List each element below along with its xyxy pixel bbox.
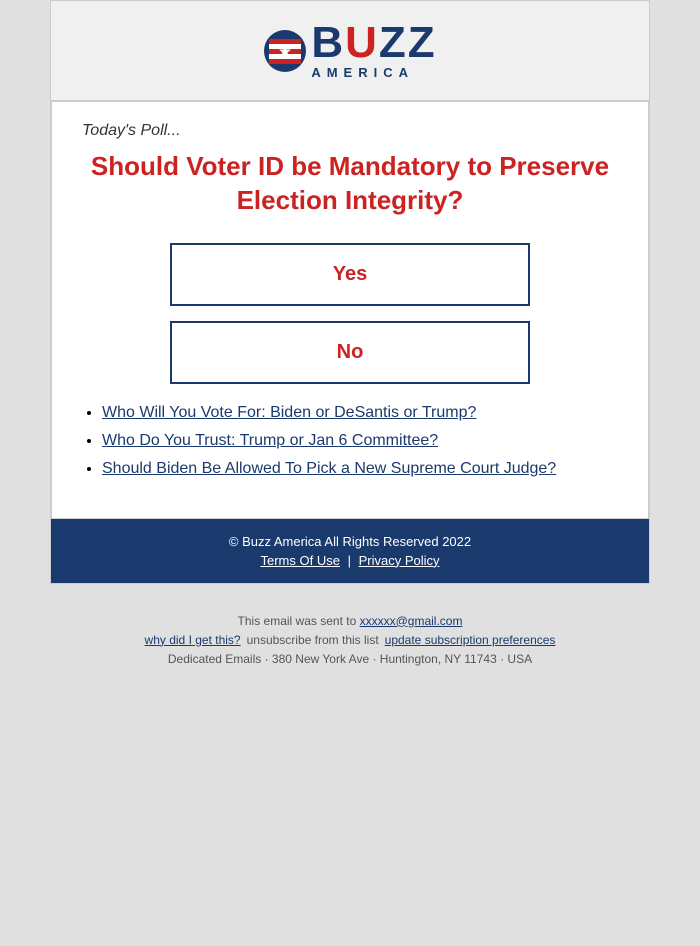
todays-poll-label: Today's Poll... <box>82 122 618 140</box>
list-item: Who Will You Vote For: Biden or DeSantis… <box>102 404 618 422</box>
page-wrapper: BUZZ AMERICA Today's Poll... Should Vote… <box>0 0 700 686</box>
main-content: Today's Poll... Should Voter ID be Manda… <box>51 101 649 519</box>
buzz-flag-icon <box>263 29 307 73</box>
logo-text-container: BUZZ AMERICA <box>311 21 436 80</box>
related-poll-link-3[interactable]: Should Biden Be Allowed To Pick a New Su… <box>102 460 556 477</box>
list-item: Should Biden Be Allowed To Pick a New Su… <box>102 460 618 478</box>
unsubscribe-row: why did I get this? unsubscribe from thi… <box>20 633 680 647</box>
email-container: BUZZ AMERICA Today's Poll... Should Vote… <box>50 0 650 584</box>
email-address-link[interactable]: xxxxxx@gmail.com <box>360 614 463 628</box>
related-poll-link-2[interactable]: Who Do You Trust: Trump or Jan 6 Committ… <box>102 432 438 449</box>
footer-separator: | <box>348 553 351 568</box>
header-section: BUZZ AMERICA <box>51 1 649 101</box>
why-link[interactable]: why did I get this? <box>145 633 241 647</box>
bottom-info: This email was sent to xxxxxx@gmail.com … <box>0 584 700 686</box>
related-poll-link-1[interactable]: Who Will You Vote For: Biden or DeSantis… <box>102 404 476 421</box>
unsubscribe-text: unsubscribe from this list <box>247 633 379 647</box>
logo-buzz-text: BUZZ <box>311 21 436 65</box>
yes-button[interactable]: Yes <box>170 243 530 306</box>
preferences-link[interactable]: update subscription preferences <box>385 633 556 647</box>
logo-container: BUZZ AMERICA <box>263 21 436 80</box>
privacy-policy-link[interactable]: Privacy Policy <box>359 553 440 568</box>
footer-links: Terms Of Use | Privacy Policy <box>71 553 629 568</box>
email-sent-line: This email was sent to xxxxxx@gmail.com <box>20 614 680 628</box>
footer-section: © Buzz America All Rights Reserved 2022 … <box>51 519 649 583</box>
address-row: Dedicated Emails · 380 New York Ave · Hu… <box>20 652 680 666</box>
poll-question: Should Voter ID be Mandatory to Preserve… <box>82 150 618 218</box>
email-sent-text: This email was sent to <box>238 614 357 628</box>
related-polls-list: Who Will You Vote For: Biden or DeSantis… <box>82 404 618 478</box>
logo-america-text: AMERICA <box>311 65 414 80</box>
list-item: Who Do You Trust: Trump or Jan 6 Committ… <box>102 432 618 450</box>
terms-of-use-link[interactable]: Terms Of Use <box>260 553 339 568</box>
no-button[interactable]: No <box>170 321 530 384</box>
copyright-text: © Buzz America All Rights Reserved 2022 <box>71 534 629 549</box>
